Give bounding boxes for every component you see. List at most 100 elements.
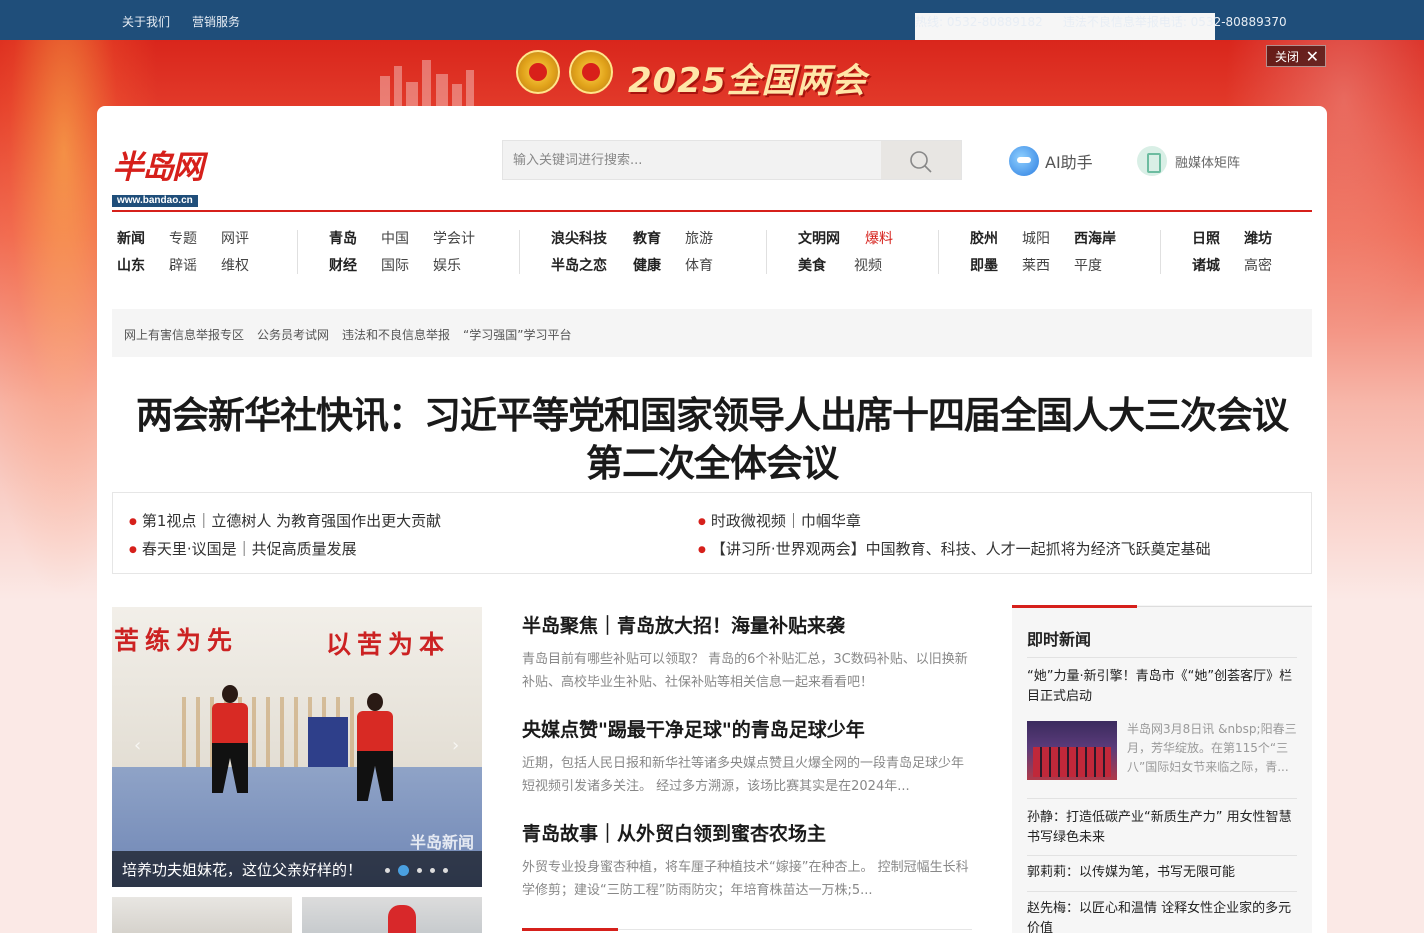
news-item[interactable]: 赵先梅：以匠心和温情 诠释女性企业家的多元价值 — [1027, 899, 1302, 933]
nav-link[interactable]: 高密 — [1244, 255, 1272, 275]
event-banner[interactable]: 2025全国两会 — [0, 40, 1424, 106]
banner-close-label: 关闭 — [1275, 50, 1300, 64]
nav-link[interactable]: 山东 — [117, 255, 145, 275]
slide-dot[interactable] — [443, 868, 448, 873]
nav-link[interactable]: 教育 — [633, 228, 661, 248]
article-item[interactable]: 央媒点赞"踢最干净足球"的青岛足球少年 近期，包括人民日报和新华社等诸多央媒点赞… — [522, 715, 972, 798]
quick-link[interactable]: “学习强国”学习平台 — [463, 326, 571, 343]
news-item[interactable]: 郭莉莉：以传媒为笔，书写无限可能 — [1027, 863, 1302, 883]
athlete-figure — [212, 685, 248, 793]
logo-text: 半岛网 — [112, 148, 204, 186]
related-link[interactable]: 时政微视频｜巾帼华章 — [698, 510, 861, 531]
nav-link[interactable]: 新闻 — [117, 228, 145, 248]
news-item[interactable]: 孙静：打造低碳产业“新质生产力” 用女性智慧书写绿色未来 — [1027, 808, 1302, 848]
nav-link[interactable]: 学会计 — [433, 228, 475, 248]
main-card: 半岛网 www.bandao.cn AI助手 融媒体矩阵 新闻 专题 网评 — [97, 106, 1327, 933]
panel-divider — [1027, 855, 1297, 856]
panel-accent — [1012, 605, 1137, 608]
article-summary: 近期，包括人民日报和新华社等诸多央媒点赞且火爆全网的一段青岛足球少年短视频引发诸… — [522, 756, 965, 794]
headline-line-2: 第二次全体会议 — [586, 442, 839, 485]
quick-link[interactable]: 违法和不良信息举报 — [342, 326, 450, 343]
header-divider — [112, 210, 1312, 212]
nav-link[interactable]: 维权 — [221, 255, 249, 275]
panel-divider — [1027, 657, 1297, 658]
nav-divider — [766, 230, 767, 274]
headline-line-1: 两会新华社快讯：习近平等党和国家领导人出席十四届全国人大三次会议 — [136, 394, 1289, 437]
logo-url: www.bandao.cn — [112, 195, 198, 207]
nav-link[interactable]: 潍坊 — [1244, 228, 1272, 248]
top-bar: 关于我们 营销服务 热线: 0532-80889182 违法不良信息举报电话: … — [0, 0, 1424, 353]
article-summary: 青岛目前有哪些补贴可以领取？ 青岛的6个补贴汇总，3C数码补贴、以旧换新补贴、高… — [522, 652, 968, 690]
nav-link[interactable]: 胶州 — [970, 228, 998, 248]
article-title[interactable]: 央媒点赞"踢最干净足球"的青岛足球少年 — [522, 715, 972, 742]
news-thumbnail[interactable] — [1027, 721, 1117, 780]
quick-links-bar: 网上有害信息举报专区 公务员考试网 违法和不良信息举报 “学习强国”学习平台 — [112, 309, 1312, 357]
site-logo[interactable]: 半岛网 www.bandao.cn — [112, 142, 204, 207]
article-item[interactable]: 半岛聚焦｜青岛放大招！海量补贴来袭 青岛目前有哪些补贴可以领取？ 青岛的6个补贴… — [522, 611, 972, 694]
related-link[interactable]: 【讲习所·世界观两会】中国教育、科技、人才一起抓将为经济飞跃奠定基础 — [698, 538, 1211, 559]
nav-link[interactable]: 诸城 — [1192, 255, 1220, 275]
slide-dot[interactable] — [430, 868, 435, 873]
media-matrix-button[interactable]: 融媒体矩阵 — [1137, 146, 1240, 176]
cppcc-emblem-icon — [569, 50, 613, 94]
related-link[interactable]: 第1视点｜立德树人 为教育强国作出更大贡献 — [129, 510, 441, 531]
nav-link[interactable]: 文明网 — [798, 228, 840, 248]
nav-link[interactable]: 西海岸 — [1074, 228, 1116, 248]
nav-link[interactable]: 浪尖科技 — [551, 228, 607, 248]
chevron-right-icon[interactable]: › — [452, 735, 459, 756]
ai-assistant-button[interactable]: AI助手 — [1009, 146, 1093, 176]
nav-link[interactable]: 美食 — [798, 255, 826, 275]
quick-link[interactable]: 公务员考试网 — [257, 326, 329, 343]
skyline-decoration — [380, 60, 474, 106]
search-bar — [502, 140, 962, 180]
nav-link[interactable]: 青岛 — [329, 228, 357, 248]
about-us-link[interactable]: 关于我们 — [122, 13, 170, 30]
nav-divider — [297, 230, 298, 274]
headline[interactable]: 两会新华社快讯：习近平等党和国家领导人出席十四届全国人大三次会议 第二次全体会议 — [97, 392, 1327, 488]
nav-link[interactable]: 专题 — [169, 228, 197, 248]
chevron-left-icon[interactable]: ‹ — [134, 735, 141, 756]
news-thumbnail-summary[interactable]: 半岛网3月8日讯 &nbsp;阳春三月，芳华绽放。在第115个“三八”国际妇女节… — [1127, 720, 1299, 777]
news-item[interactable]: “她”力量·新引擎！青岛市《“她”创荟客厅》栏目正式启动 — [1027, 667, 1302, 707]
thumbnail-image[interactable] — [302, 897, 482, 933]
nav-link[interactable]: 即墨 — [970, 255, 998, 275]
article-summary: 外贸专业投身蜜杏种植，将车厘子种植技术“嫁接”在种杏上。 控制冠幅生长科学修剪；… — [522, 860, 969, 898]
nav-link[interactable]: 辟谣 — [169, 255, 197, 275]
nav-link[interactable]: 国际 — [381, 255, 409, 275]
thumbnail-image[interactable] — [112, 897, 292, 933]
slide-dot[interactable] — [385, 868, 390, 873]
nav-link[interactable]: 体育 — [685, 255, 713, 275]
close-icon: ✕ — [1305, 47, 1319, 66]
slide-caption[interactable]: 培养功夫姐妹花，这位父亲好样的！ — [112, 851, 482, 887]
article-item[interactable]: 青岛故事｜从外贸白领到蜜杏农场主 外贸专业投身蜜杏种植，将车厘子种植技术“嫁接”… — [522, 819, 972, 902]
nav-link[interactable]: 网评 — [221, 228, 249, 248]
article-title[interactable]: 青岛故事｜从外贸白领到蜜杏农场主 — [522, 819, 972, 846]
search-input[interactable] — [503, 141, 883, 179]
banner-close-button[interactable]: 关闭 ✕ — [1266, 45, 1326, 67]
search-button[interactable] — [881, 141, 961, 179]
feature-slideshow[interactable]: 苦练为先 以苦为本 ‹ › 半岛新闻 培养功夫姐妹花，这位父亲好样的！ — [112, 607, 482, 887]
nav-link[interactable]: 城阳 — [1022, 228, 1050, 248]
related-link[interactable]: 春天里·议国是｜共促高质量发展 — [129, 538, 357, 559]
nav-link[interactable]: 爆料 — [865, 228, 893, 248]
slide-watermark: 半岛新闻 — [410, 833, 475, 852]
nav-link[interactable]: 半岛之恋 — [551, 255, 607, 275]
nav-link[interactable]: 中国 — [381, 228, 409, 248]
nav-link[interactable]: 视频 — [854, 255, 882, 275]
nav-link[interactable]: 健康 — [633, 255, 661, 275]
nav-link[interactable]: 娱乐 — [433, 255, 461, 275]
nav-link[interactable]: 莱西 — [1022, 255, 1050, 275]
section-divider — [522, 928, 972, 931]
marketing-link[interactable]: 营销服务 — [192, 13, 240, 30]
quick-link[interactable]: 网上有害信息举报专区 — [124, 326, 244, 343]
panel-border — [1137, 606, 1312, 607]
nav-link[interactable]: 旅游 — [685, 228, 713, 248]
article-title[interactable]: 半岛聚焦｜青岛放大招！海量补贴来袭 — [522, 611, 972, 638]
nav-link[interactable]: 平度 — [1074, 255, 1102, 275]
nav-link[interactable]: 财经 — [329, 255, 357, 275]
nav-link[interactable]: 日照 — [1192, 228, 1220, 248]
nav-divider — [1160, 230, 1161, 274]
slide-dot[interactable] — [398, 865, 409, 876]
panel-divider — [1027, 891, 1297, 892]
slide-dot[interactable] — [417, 868, 422, 873]
